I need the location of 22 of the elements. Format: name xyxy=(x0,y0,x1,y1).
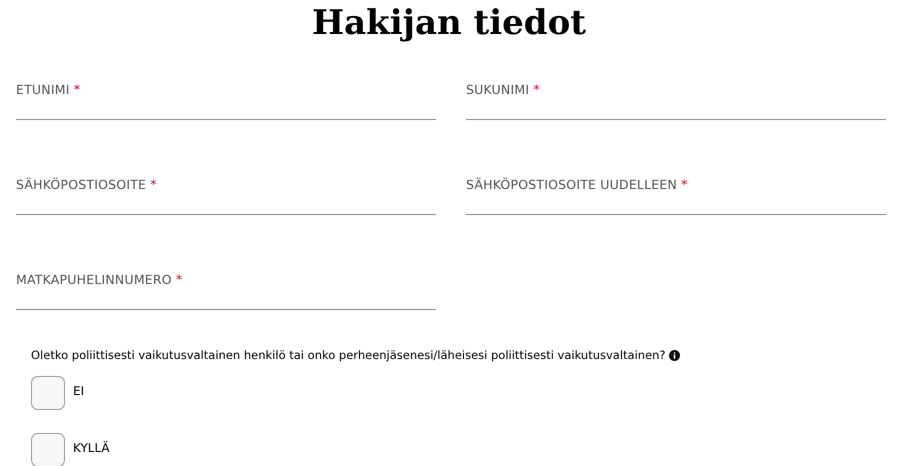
checkbox[interactable] xyxy=(31,433,65,466)
text-field[interactable]: ETUNIMI * xyxy=(16,71,436,120)
field-label: SÄHKÖPOSTIOSOITE xyxy=(16,176,146,194)
field-label: ETUNIMI xyxy=(16,81,70,99)
field-label: MATKAPUHELINNUMERO xyxy=(16,271,172,289)
required-mark: * xyxy=(681,177,688,195)
field-label: SÄHKÖPOSTIOSOITE UUDELLEEN xyxy=(466,176,678,194)
field-label: SUKUNIMI xyxy=(466,81,530,99)
text-field[interactable]: SUKUNIMI * xyxy=(466,71,886,120)
required-mark: * xyxy=(74,82,80,100)
option-label: EI xyxy=(73,383,84,400)
info-icon[interactable] xyxy=(668,350,680,362)
question-text: Oletko poliittisesti vaikutusvaltainen henkilö tai onko perheenjäsenesi/läheisesi poliittisesti vaikutusvaltainen? xyxy=(31,347,666,364)
text-field[interactable]: MATKAPUHELINNUMERO * xyxy=(16,261,436,310)
checkbox[interactable] xyxy=(31,376,65,410)
text-field[interactable]: SÄHKÖPOSTIOSOITE * xyxy=(16,166,436,215)
page-title: Hakijan tiedot xyxy=(312,2,586,45)
text-field[interactable]: SÄHKÖPOSTIOSOITE UUDELLEEN * xyxy=(466,166,886,215)
required-mark: * xyxy=(533,82,540,100)
required-mark: * xyxy=(150,177,157,195)
required-mark: * xyxy=(176,272,182,290)
option-label: KYLLÄ xyxy=(73,440,110,458)
